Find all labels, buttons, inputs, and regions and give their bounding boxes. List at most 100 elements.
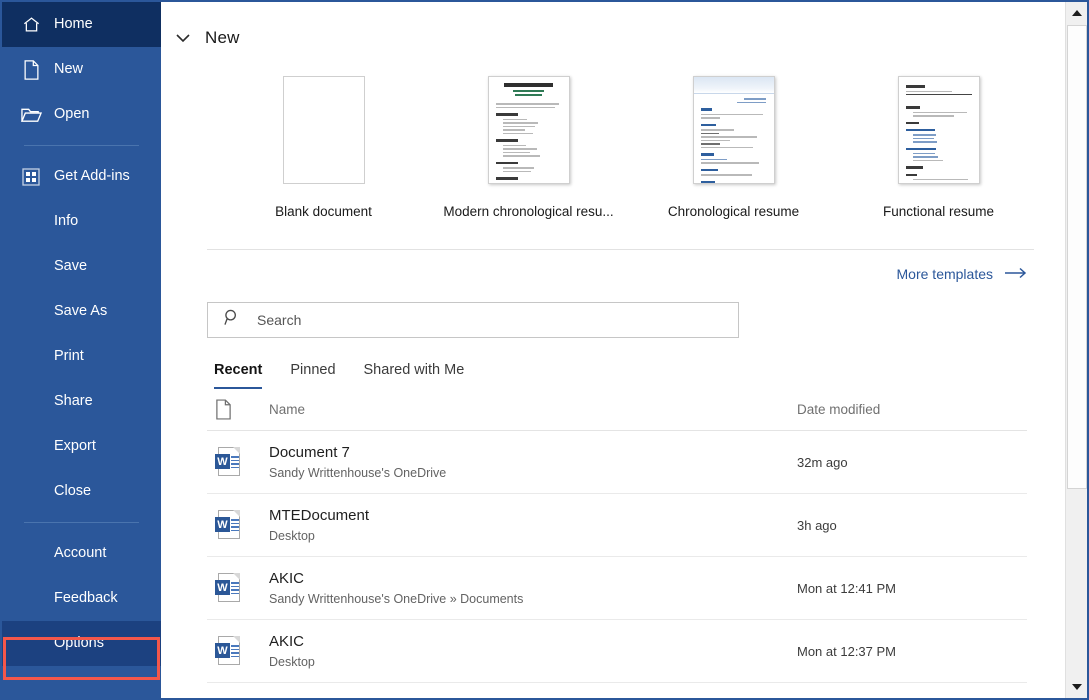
tab-pinned[interactable]: Pinned (290, 362, 335, 389)
sidebar-item-label: Share (54, 394, 93, 409)
file-location: Sandy Writtenhouse's OneDrive » Document… (269, 592, 797, 606)
word-doc-icon: W (215, 573, 259, 603)
search-icon (224, 309, 241, 331)
sidebar-item-share[interactable]: Share (2, 379, 161, 424)
file-name: AKIC (269, 570, 797, 589)
template-thumbnail-functional-resume (898, 76, 980, 184)
sidebar-item-save-as[interactable]: Save As (2, 289, 161, 334)
file-location: Desktop (269, 655, 797, 669)
file-info: AKIC Desktop (259, 633, 797, 669)
backstage-sidebar: Home New Open (2, 2, 161, 698)
file-name: Document 7 (269, 444, 797, 463)
page-icon (20, 59, 42, 81)
file-location: Sandy Writtenhouse's OneDrive (269, 466, 797, 480)
search-input[interactable] (257, 312, 697, 328)
new-section-header: New (161, 2, 1087, 48)
file-info: Document 7 Sandy Writtenhouse's OneDrive (259, 444, 797, 480)
file-list-tabs: Recent Pinned Shared with Me (161, 338, 1087, 389)
sidebar-divider-1 (24, 145, 139, 146)
sidebar-item-export[interactable]: Export (2, 424, 161, 469)
file-info: MTEDocument Desktop (259, 507, 797, 543)
table-row[interactable]: W Document 7 Sandy Writtenhouse's OneDri… (207, 431, 1027, 494)
sidebar-item-label: Options (54, 636, 104, 651)
sidebar-item-label: Open (54, 107, 89, 122)
backstage-main-pane: New Blank document (161, 2, 1087, 698)
column-header-name[interactable]: Name (259, 402, 797, 417)
template-label: Blank document (275, 204, 372, 219)
scrollbar-thumb[interactable] (1067, 25, 1087, 489)
template-label: Functional resume (883, 204, 994, 219)
sidebar-item-print[interactable]: Print (2, 334, 161, 379)
file-date-modified: Mon at 12:37 PM (797, 644, 1027, 659)
table-header-row: Name Date modified (207, 389, 1027, 431)
file-date-modified: Mon at 12:41 PM (797, 581, 1027, 596)
recent-files-table: Name Date modified W Document 7 Sandy Wr… (161, 389, 1087, 683)
sidebar-item-account[interactable]: Account (2, 531, 161, 576)
tab-shared-with-me[interactable]: Shared with Me (364, 362, 465, 389)
more-templates-row: More templates (161, 250, 1087, 282)
sidebar-item-info[interactable]: Info (2, 199, 161, 244)
more-templates-label: More templates (897, 266, 993, 282)
template-card-functional-resume[interactable]: Functional resume (836, 76, 1041, 219)
template-thumbnail-modern-resume (488, 76, 570, 184)
template-thumbnail-blank (283, 76, 365, 184)
sidebar-item-home[interactable]: Home (2, 2, 161, 47)
scroll-down-arrow-icon[interactable] (1066, 676, 1087, 698)
word-doc-icon: W (215, 636, 259, 666)
sidebar-item-label: Feedback (54, 591, 118, 606)
sidebar-item-label: Close (54, 484, 91, 499)
arrow-right-icon (1005, 266, 1027, 282)
file-location: Desktop (269, 529, 797, 543)
sidebar-item-get-add-ins[interactable]: Get Add-ins (2, 154, 161, 199)
word-doc-icon: W (215, 510, 259, 540)
sidebar-item-label: Info (54, 214, 78, 229)
sidebar-item-save[interactable]: Save (2, 244, 161, 289)
file-name: AKIC (269, 633, 797, 652)
scroll-up-arrow-icon[interactable] (1066, 2, 1087, 24)
column-header-date-modified[interactable]: Date modified (797, 402, 1027, 417)
template-card-blank-document[interactable]: Blank document (221, 76, 426, 219)
sidebar-item-label: Export (54, 439, 96, 454)
folder-icon (20, 104, 42, 126)
search-box[interactable] (207, 302, 739, 338)
sidebar-item-options[interactable]: Options (2, 621, 161, 666)
table-row[interactable]: W AKIC Desktop Mon at 12:37 PM (207, 620, 1027, 683)
template-label: Chronological resume (668, 204, 799, 219)
template-card-chronological-resume[interactable]: Chronological resume (631, 76, 836, 219)
sidebar-item-label: Save (54, 259, 87, 274)
tab-label: Shared with Me (364, 362, 465, 378)
chevron-down-icon[interactable] (175, 30, 191, 46)
sidebar-item-new[interactable]: New (2, 47, 161, 92)
word-doc-icon: W (215, 447, 259, 477)
table-row[interactable]: W AKIC Sandy Writtenhouse's OneDrive » D… (207, 557, 1027, 620)
more-templates-link[interactable]: More templates (897, 266, 1027, 282)
page-title: New (205, 28, 240, 48)
vertical-scrollbar[interactable] (1065, 2, 1087, 698)
home-icon (20, 14, 42, 36)
sidebar-item-label: Print (54, 349, 84, 364)
sidebar-item-label: Save As (54, 304, 107, 319)
sidebar-divider-2 (24, 522, 139, 523)
sidebar-item-close[interactable]: Close (2, 469, 161, 514)
file-info: AKIC Sandy Writtenhouse's OneDrive » Doc… (259, 570, 797, 606)
file-date-modified: 3h ago (797, 518, 1027, 533)
template-label: Modern chronological resu... (443, 204, 613, 219)
sidebar-item-open[interactable]: Open (2, 92, 161, 137)
tab-recent[interactable]: Recent (214, 362, 262, 389)
grid-icon (20, 166, 42, 188)
file-date-modified: 32m ago (797, 455, 1027, 470)
sidebar-item-feedback[interactable]: Feedback (2, 576, 161, 621)
table-row[interactable]: W MTEDocument Desktop 3h ago (207, 494, 1027, 557)
template-thumbnail-chronological-resume (693, 76, 775, 184)
tab-label: Pinned (290, 362, 335, 378)
tab-label: Recent (214, 362, 262, 378)
template-gallery: Blank document (161, 76, 1087, 219)
page-icon (215, 399, 259, 420)
template-card-modern-chronological-resume[interactable]: Modern chronological resu... (426, 76, 631, 219)
sidebar-item-label: Get Add-ins (54, 169, 130, 184)
word-backstage-window: Home New Open (0, 0, 1089, 700)
search-area (161, 282, 1087, 338)
sidebar-item-label: Home (54, 17, 93, 32)
sidebar-item-label: New (54, 62, 83, 77)
file-name: MTEDocument (269, 507, 797, 526)
